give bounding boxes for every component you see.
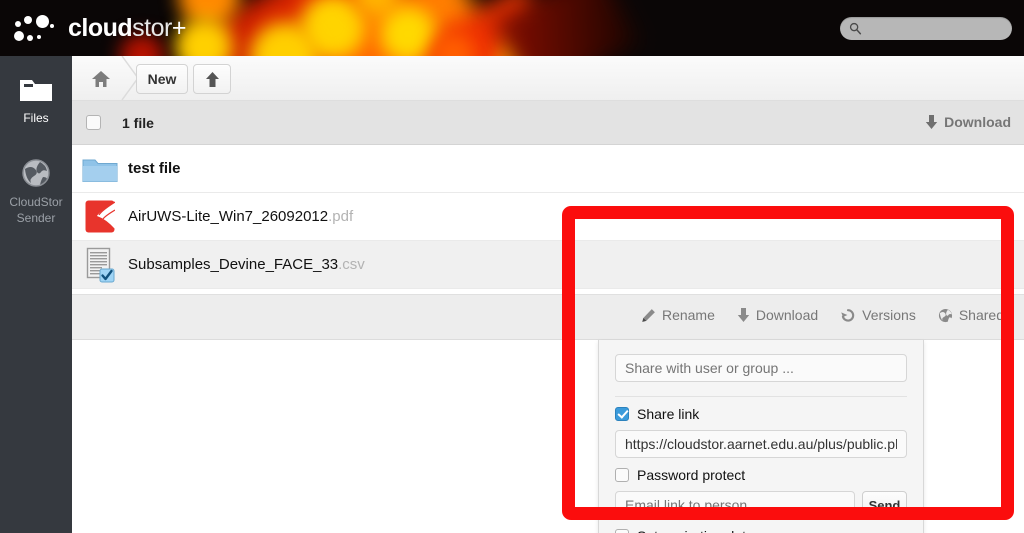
download-icon bbox=[737, 307, 750, 322]
file-name: AirUWS-Lite_Win7_26092012.pdf bbox=[128, 208, 353, 225]
sidebar-item-cloudstor-sender[interactable]: CloudStor Sender bbox=[0, 126, 72, 226]
new-button[interactable]: New bbox=[136, 64, 188, 94]
upload-arrow-icon bbox=[205, 71, 219, 87]
share-panel: Share link Password protect Send Set exp… bbox=[598, 340, 924, 533]
table-row[interactable]: AirUWS-Lite_Win7_26092012.pdf bbox=[72, 193, 1024, 241]
expiration-row[interactable]: Set expiration date bbox=[615, 528, 907, 533]
file-list-header: 1 file Download bbox=[72, 101, 1024, 145]
folder-icon bbox=[0, 68, 72, 110]
expiration-label: Set expiration date bbox=[637, 528, 754, 533]
file-name: test file bbox=[128, 160, 181, 177]
send-button[interactable]: Send bbox=[862, 491, 907, 519]
select-all-checkbox[interactable] bbox=[86, 115, 101, 130]
breadcrumb-toolbar: New bbox=[72, 56, 1024, 101]
sidebar-item-files[interactable]: Files bbox=[0, 56, 72, 126]
rename-action[interactable]: Rename bbox=[641, 307, 715, 323]
pdf-icon bbox=[72, 200, 128, 233]
search-input[interactable] bbox=[840, 17, 1012, 40]
history-icon bbox=[841, 308, 855, 322]
search-icon bbox=[849, 22, 862, 35]
top-banner: cloudstor+ bbox=[0, 0, 1024, 56]
share-link-input[interactable] bbox=[615, 430, 907, 458]
file-name-text: Subsamples_Devine_FACE_33 bbox=[128, 256, 339, 273]
sidebar-item-label-sender: Sender bbox=[16, 211, 56, 225]
expiration-checkbox[interactable] bbox=[615, 529, 629, 533]
breadcrumb-home-button[interactable] bbox=[82, 64, 120, 94]
password-protect-row[interactable]: Password protect bbox=[615, 467, 907, 483]
send-button-label: Send bbox=[868, 497, 901, 513]
brand-bold: cloud bbox=[68, 13, 133, 42]
header-download-label: Download bbox=[944, 114, 1011, 130]
file-ext: .csv bbox=[338, 256, 365, 273]
table-row[interactable]: Subsamples_Devine_FACE_33.csv bbox=[72, 241, 1024, 289]
pencil-icon bbox=[642, 308, 655, 322]
share-link-row-input bbox=[615, 430, 907, 458]
versions-action[interactable]: Versions bbox=[840, 307, 916, 323]
email-link-row: Send bbox=[615, 491, 907, 519]
sidebar-item-label-files: Files bbox=[23, 111, 49, 125]
folder-blue-icon bbox=[72, 155, 128, 183]
file-actions: Rename Download Versions Shared bbox=[641, 307, 1004, 323]
password-protect-label: Password protect bbox=[637, 467, 746, 483]
file-list: test file AirUWS-Lite_Win7_26092012.pdf bbox=[72, 145, 1024, 318]
cloudstor-dots-icon bbox=[14, 11, 60, 45]
globe-icon bbox=[0, 152, 72, 194]
download-label: Download bbox=[755, 307, 819, 323]
table-row[interactable]: test file bbox=[72, 145, 1024, 193]
left-sidebar: Files CloudStor Sender bbox=[0, 56, 72, 533]
download-action[interactable]: Download bbox=[737, 307, 818, 323]
shared-action[interactable]: Shared bbox=[938, 307, 1004, 323]
application-window: cloudstor+ Files CloudStor Sender New 1 … bbox=[0, 0, 1024, 533]
share-link-row[interactable]: Share link bbox=[615, 406, 907, 422]
sidebar-item-label-cloudstor: CloudStor bbox=[9, 195, 63, 209]
globe-icon bbox=[938, 308, 952, 322]
brand-plus: + bbox=[171, 13, 187, 42]
versions-label: Versions bbox=[862, 307, 916, 323]
file-count-label: 1 file bbox=[122, 115, 154, 131]
file-name-text: AirUWS-Lite_Win7_26092012 bbox=[128, 208, 329, 225]
download-icon bbox=[925, 114, 938, 129]
brand-name: cloudstor+ bbox=[68, 13, 187, 42]
password-protect-checkbox[interactable] bbox=[615, 468, 629, 482]
share-link-label: Share link bbox=[637, 406, 700, 422]
share-panel-divider bbox=[615, 396, 907, 397]
brand-thin: stor bbox=[132, 13, 172, 42]
new-button-label: New bbox=[147, 71, 177, 87]
header-download-button[interactable]: Download bbox=[925, 114, 1011, 130]
rename-label: Rename bbox=[661, 307, 715, 323]
csv-doc-checked-icon bbox=[72, 247, 128, 283]
email-link-input[interactable] bbox=[615, 491, 855, 519]
home-icon bbox=[92, 71, 110, 87]
file-ext: .pdf bbox=[328, 208, 354, 225]
shared-label: Shared bbox=[958, 307, 1004, 323]
main-content: New 1 file Download test file AirUWS-Lit… bbox=[72, 56, 1024, 533]
file-action-bar: Rename Download Versions Shared bbox=[72, 294, 1024, 340]
upload-button[interactable] bbox=[193, 64, 231, 94]
share-link-checkbox[interactable] bbox=[615, 407, 629, 421]
file-name: Subsamples_Devine_FACE_33.csv bbox=[128, 256, 365, 273]
share-with-input[interactable] bbox=[615, 354, 907, 382]
brand-logo[interactable]: cloudstor+ bbox=[14, 8, 186, 48]
file-name-text: test file bbox=[128, 160, 181, 177]
